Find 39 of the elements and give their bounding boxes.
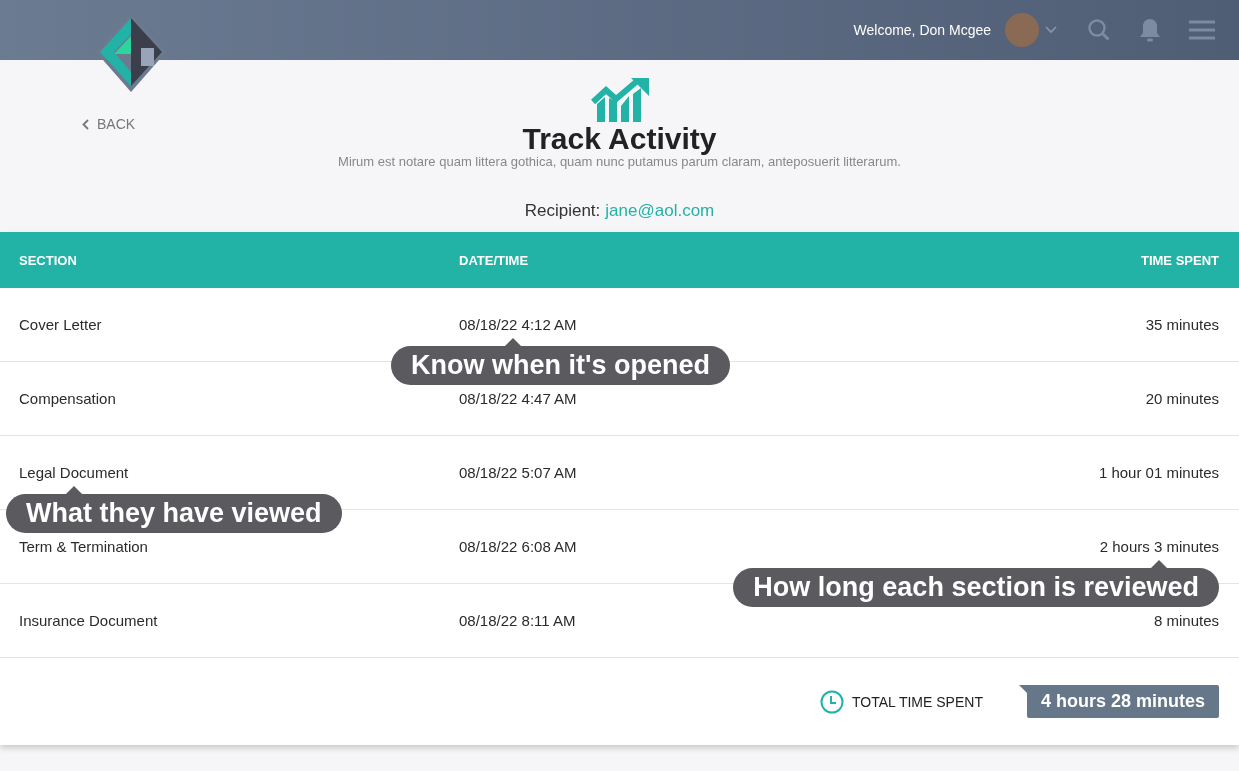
growth-chart-icon — [590, 78, 649, 122]
welcome-text: Welcome, Don Mcgee — [853, 22, 991, 38]
time-spent-cell-text: 20 minutes — [1144, 390, 1219, 407]
section-cell-text: Insurance Document — [19, 612, 159, 629]
datetime-cell-text: 08/18/22 5:07 AM — [459, 464, 578, 481]
datetime-cell-text: 08/18/22 6:08 AM — [459, 538, 578, 555]
page-subtitle: Mirum est notare quam littera gothica, quam nunc putamus parum claram, anteposuerit litterarum. — [338, 154, 901, 169]
pointer-icon — [505, 338, 521, 346]
recipient-label: Recipient: — [524, 201, 601, 221]
caret-icon[interactable] — [1045, 26, 1057, 34]
recipient-email-link[interactable]: jane@aol.com — [605, 201, 715, 221]
total-label: TOTAL TIME SPENT — [852, 693, 983, 710]
time-spent-cell-text: 8 minutes — [1152, 612, 1219, 629]
section-cell-text: Cover Letter — [19, 316, 103, 333]
page-title: Track Activity — [522, 122, 717, 156]
search-icon[interactable] — [1087, 18, 1111, 42]
datetime-cell-text: 08/18/22 4:47 AM — [459, 390, 578, 407]
datetime-cell-text: 08/18/22 8:11 AM — [459, 612, 577, 629]
callout-tooltip: Know when it's opened — [391, 346, 730, 385]
column-header: DATE/TIME — [459, 252, 530, 268]
time-spent-cell-text: 1 hour 01 minutes — [1097, 464, 1219, 481]
time-spent-cell-text: 2 hours 3 minutes — [1098, 538, 1219, 555]
time-spent-cell-text: 35 minutes — [1144, 316, 1219, 333]
clock-icon — [820, 689, 844, 714]
section-cell-text: Term & Termination — [19, 538, 149, 555]
section-cell-text: Compensation — [19, 390, 117, 407]
back-link[interactable]: BACK — [82, 116, 136, 132]
column-header: TIME SPENT — [1140, 252, 1219, 268]
avatar[interactable] — [1005, 13, 1039, 47]
bell-icon[interactable] — [1139, 18, 1161, 42]
column-header: SECTION — [19, 252, 78, 268]
pointer-icon — [1151, 560, 1167, 568]
menu-icon[interactable] — [1189, 20, 1215, 40]
pointer-icon — [66, 486, 82, 494]
callout-tooltip: How long each section is reviewed — [733, 568, 1219, 607]
chevron-left-icon — [82, 118, 89, 130]
section-cell-text: Legal Document — [19, 464, 130, 481]
datetime-cell-text: 08/18/22 4:12 AM — [459, 316, 578, 333]
callout-tooltip: What they have viewed — [6, 494, 342, 533]
